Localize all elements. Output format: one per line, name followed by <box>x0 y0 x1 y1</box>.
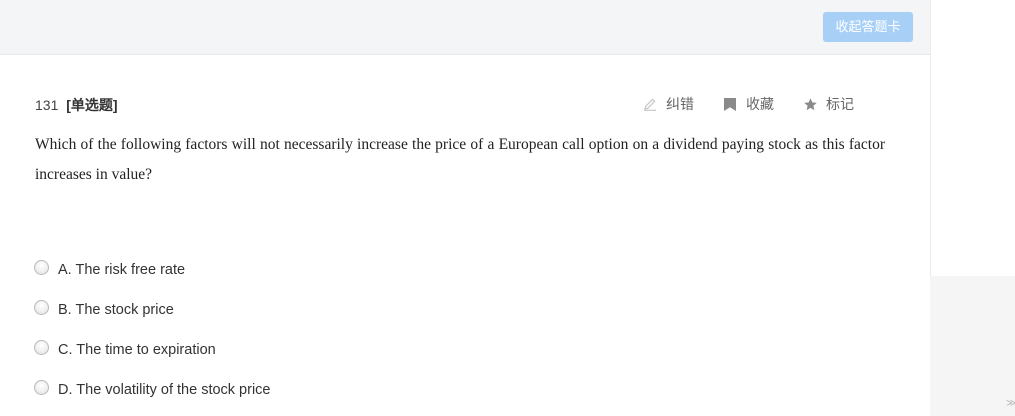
option-b[interactable]: B. The stock price <box>34 290 834 330</box>
pencil-icon <box>642 96 658 112</box>
right-gutter-panel <box>930 276 1015 416</box>
question-header: 131 [单选题] <box>35 95 118 115</box>
exam-page: 收起答题卡 ≫ 131 [单选题] 纠错 收藏 标记 Which of the … <box>0 0 1015 416</box>
radio-button[interactable] <box>34 339 49 355</box>
option-a[interactable]: A. The risk free rate <box>34 250 834 290</box>
option-label: C. The time to expiration <box>58 342 216 358</box>
radio-button[interactable] <box>34 299 49 315</box>
favorite-button[interactable]: 收藏 <box>722 94 774 114</box>
question-number: 131 <box>35 97 59 113</box>
question-actions: 纠错 收藏 标记 <box>642 94 854 114</box>
favorite-label: 收藏 <box>746 96 774 112</box>
right-gutter <box>930 0 1015 276</box>
radio-button[interactable] <box>34 259 49 275</box>
mark-button[interactable]: 标记 <box>802 94 854 114</box>
star-icon <box>802 96 818 112</box>
question-type: [单选题] <box>66 97 118 113</box>
report-error-button[interactable]: 纠错 <box>642 94 694 114</box>
top-toolbar: 收起答题卡 <box>0 0 930 55</box>
expand-arrow-icon[interactable]: ≫ <box>1006 398 1015 409</box>
answer-options: A. The risk free rate B. The stock price… <box>34 250 834 410</box>
option-label: D. The volatility of the stock price <box>58 382 271 398</box>
mark-label: 标记 <box>826 96 854 112</box>
option-label: B. The stock price <box>58 302 174 318</box>
collapse-answer-card-button[interactable]: 收起答题卡 <box>823 12 913 42</box>
radio-button[interactable] <box>34 379 49 395</box>
report-error-label: 纠错 <box>666 96 694 112</box>
bookmark-icon <box>722 96 738 112</box>
option-d[interactable]: D. The volatility of the stock price <box>34 370 834 410</box>
option-c[interactable]: C. The time to expiration <box>34 330 834 370</box>
option-label: A. The risk free rate <box>58 262 186 278</box>
question-stem: Which of the following factors will not … <box>35 136 885 183</box>
